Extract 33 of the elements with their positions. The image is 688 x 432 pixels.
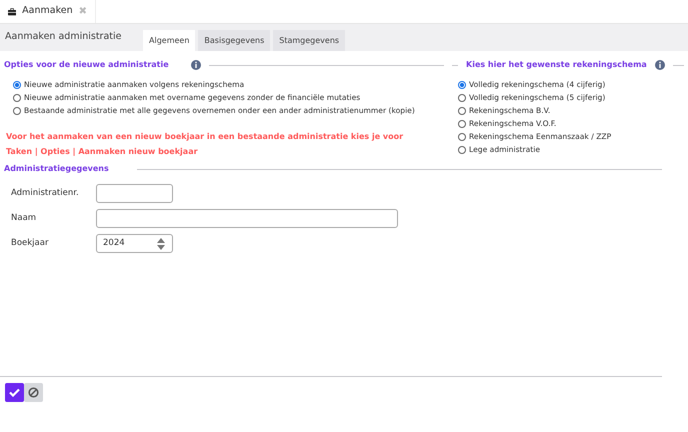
briefcase-icon <box>8 6 16 16</box>
section-title: Opties voor de nieuwe administratie <box>4 59 169 71</box>
tab[interactable]: Stamgegevens <box>273 30 346 51</box>
prohibited-icon <box>28 387 39 398</box>
tab[interactable]: Algemeen <box>143 30 196 51</box>
section-title: Administratiegegevens <box>4 163 109 175</box>
input-field[interactable] <box>96 184 173 203</box>
radio-button[interactable] <box>13 94 21 102</box>
info-icon[interactable] <box>654 60 665 70</box>
section-title: Kies hier het gewenste rekeningschema <box>466 59 647 71</box>
radio-button[interactable] <box>458 106 466 114</box>
confirm-button[interactable] <box>5 383 24 402</box>
radio-button[interactable] <box>458 94 466 102</box>
field-label: Administratienr. <box>11 187 80 200</box>
radio-button[interactable] <box>458 146 466 154</box>
notice-text: Taken | Opties | Aanmaken nieuw boekjaar <box>6 146 199 158</box>
radio-button[interactable] <box>13 80 21 88</box>
notice-text: Voor het aanmaken van een nieuw boekjaar in een bestaande administratie kies je voor <box>6 131 404 143</box>
spinner-icon[interactable] <box>156 236 166 250</box>
field-label: Boekjaar <box>11 237 50 250</box>
radio-button[interactable] <box>13 106 21 114</box>
tab[interactable]: Basisgegevens <box>198 30 270 51</box>
radio-button[interactable] <box>458 120 466 128</box>
info-icon[interactable] <box>190 60 201 70</box>
input-field[interactable] <box>96 209 398 228</box>
cancel-button[interactable] <box>24 383 43 402</box>
radio-button[interactable] <box>458 80 466 88</box>
radio-button[interactable] <box>458 132 466 140</box>
input-field[interactable]: 2024 <box>96 234 173 253</box>
page-title: Aanmaken administratie <box>5 30 122 44</box>
field-label: Naam <box>11 212 38 225</box>
tab-title[interactable]: Aanmaken <box>22 4 73 19</box>
check-icon <box>9 388 20 397</box>
